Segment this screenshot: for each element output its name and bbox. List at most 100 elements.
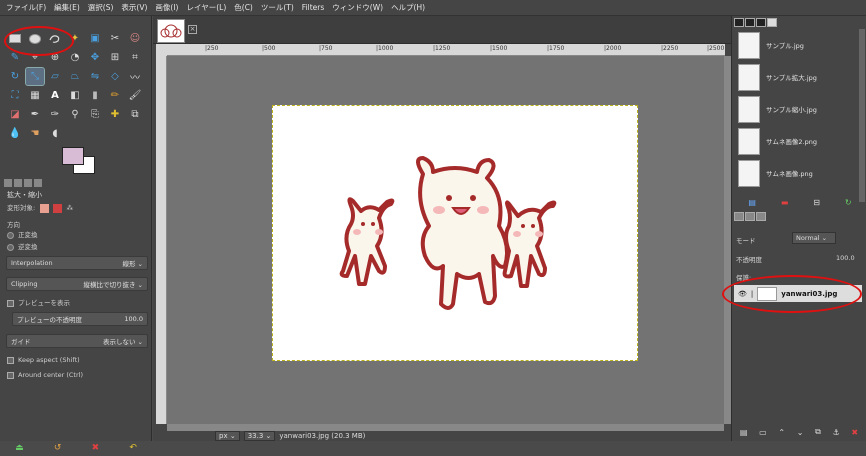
refresh-icon[interactable]: ↻ [845,198,852,207]
warp-icon[interactable]: 〰 [126,68,144,85]
menu-layer[interactable]: レイヤー(L) [186,2,226,13]
menu-edit[interactable]: 編集(E) [54,2,80,13]
keep-aspect-option[interactable]: Keep aspect (Shift) [7,356,80,364]
images-tab-icon[interactable] [34,179,42,187]
blur-icon[interactable]: 💧 [6,125,24,142]
vertical-scrollbar[interactable] [724,56,731,424]
around-center-option[interactable]: Around center (Ctrl) [7,371,83,379]
layers-tab-icon[interactable] [734,212,744,221]
checkbox-icon[interactable] [7,356,14,364]
cage-icon[interactable]: ◇ [106,68,124,85]
open-document-icon[interactable]: ▤ [748,198,756,207]
fonts-tab-icon[interactable] [756,18,766,27]
delete-options-icon[interactable]: ✖ [92,443,100,453]
preview-opacity-field[interactable]: プレビューの不透明度 100.0 [12,312,148,326]
radio-icon[interactable] [7,243,14,251]
color-swatches[interactable] [62,147,96,177]
direction-normal-option[interactable]: 正変換 [7,229,38,239]
shear-icon[interactable]: ▱ [46,68,64,85]
bucket-fill-icon[interactable]: ◧ [66,87,84,104]
rotate-icon[interactable]: ↻ [6,68,24,85]
checkbox-icon[interactable] [7,299,14,307]
list-item[interactable]: サンプル縮小.jpg [736,93,859,125]
list-item[interactable]: サムネ画像.png [736,157,859,189]
layer-transform-icon[interactable] [40,203,50,213]
guide-dropdown[interactable]: ガイド 表示しない ⌄ [6,334,148,348]
blend-icon[interactable]: ▮ [86,87,104,104]
select-by-color-icon[interactable]: ▣ [86,30,104,47]
unified-transform-icon[interactable]: ⛶ [6,87,24,104]
patterns-tab-icon[interactable] [745,18,755,27]
mypaint-brush-icon[interactable]: ⚲ [66,106,84,123]
clear-history-icon[interactable]: ⊟ [813,198,820,207]
restore-options-icon[interactable]: ↺ [54,443,62,453]
new-layer-icon[interactable]: ▤ [740,428,748,437]
menu-image[interactable]: 画像(I) [155,2,178,13]
scissors-icon[interactable]: ✂ [106,30,124,47]
eraser-icon[interactable]: ◪ [6,106,24,123]
foreground-select-icon[interactable]: ☺ [126,30,144,47]
scale-icon[interactable]: ⤡ [25,67,45,86]
new-group-icon[interactable]: ▭ [759,428,767,437]
list-item[interactable]: サンプル.jpg [736,29,859,61]
lower-layer-icon[interactable]: ⌄ [797,428,804,437]
image-canvas[interactable] [272,105,638,361]
crop-icon[interactable]: ⌗ [126,49,144,66]
align-icon[interactable]: ⊞ [106,49,124,66]
dodge-burn-icon[interactable]: ◖ [46,125,64,142]
clone-icon[interactable]: ⎘ [86,106,104,123]
measure-icon[interactable]: ◔ [66,49,84,66]
ink-icon[interactable]: ✑ [46,106,64,123]
reset-options-icon[interactable]: ↶ [129,443,137,453]
handle-transform-icon[interactable]: ▦ [26,87,44,104]
list-item[interactable]: サムネ画像2.png [736,125,859,157]
selection-transform-icon[interactable] [53,203,63,213]
interpolation-dropdown[interactable]: Interpolation 線形 ⌄ [6,256,148,270]
clipping-dropdown[interactable]: Clipping 縦横比で切り抜き ⌄ [6,277,148,291]
mode-dropdown[interactable]: Normal ⌄ [792,232,836,244]
undo-history-tab-icon[interactable] [24,179,32,187]
duplicate-layer-icon[interactable]: ⧉ [815,427,821,437]
direction-corrective-option[interactable]: 逆変換 [7,241,38,251]
heal-icon[interactable]: ✚ [106,106,124,123]
image-tab-thumbnail[interactable] [157,19,185,43]
vertical-ruler[interactable] [156,56,167,424]
device-status-tab-icon[interactable] [14,179,22,187]
ruler-corner[interactable] [156,44,167,56]
menu-tools[interactable]: ツール(T) [261,2,294,13]
menu-view[interactable]: 表示(V) [121,2,147,13]
paintbrush-icon[interactable]: 🖌 [126,87,144,104]
foreground-color-swatch[interactable] [62,147,84,165]
delete-layer-icon[interactable]: ✖ [851,428,858,437]
canvas-area[interactable] [167,56,724,424]
opacity-value[interactable]: 100.0 [836,254,855,262]
list-item[interactable]: サンプル拡大.jpg [736,61,859,93]
channels-tab-icon[interactable] [745,212,755,221]
move-icon[interactable]: ✥ [86,49,104,66]
brushes-tab-icon[interactable] [734,18,744,27]
document-history-tab-icon[interactable] [767,18,777,27]
paths-tab-icon[interactable] [756,212,766,221]
menu-windows[interactable]: ウィンドウ(W) [332,2,383,13]
menu-filters[interactable]: Filters [302,3,324,12]
checkbox-icon[interactable] [7,371,14,379]
raise-layer-icon[interactable]: ⌃ [778,428,785,437]
perspective-icon[interactable]: ⏢ [66,68,84,85]
show-preview-option[interactable]: プレビューを表示 [7,297,70,307]
anchor-icon[interactable]: ⚓ [833,428,840,437]
airbrush-icon[interactable]: ✒ [26,106,44,123]
menu-help[interactable]: ヘルプ(H) [391,2,425,13]
perspective-clone-icon[interactable]: ⧉ [126,106,144,123]
remove-document-icon[interactable]: ▬ [781,198,789,207]
radio-icon[interactable] [7,231,14,239]
menu-colors[interactable]: 色(C) [234,2,253,13]
pencil-icon[interactable]: ✏ [106,87,124,104]
close-icon[interactable]: × [188,25,197,34]
path-transform-icon[interactable]: ⁂ [66,204,73,212]
zoom-select[interactable]: 33.3 ⌄ [243,431,276,441]
smudge-icon[interactable]: ☚ [26,125,44,142]
menu-select[interactable]: 選択(S) [88,2,114,13]
horizontal-ruler[interactable]: |250 |500 |750 |1000 |1250 |1500 |1750 |… [167,44,725,56]
document-list-scrollbar[interactable] [859,29,865,202]
menu-file[interactable]: ファイル(F) [6,2,46,13]
